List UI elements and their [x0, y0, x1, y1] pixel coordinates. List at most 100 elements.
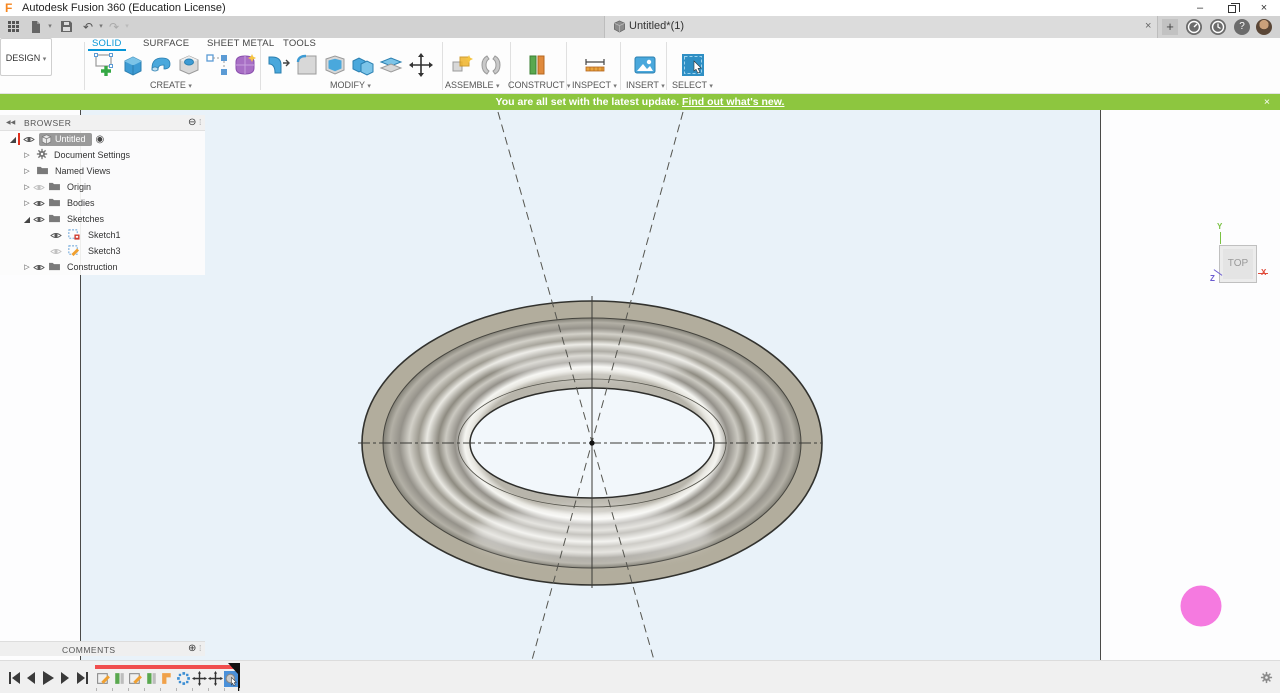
timeline-marker[interactable]	[228, 663, 238, 674]
step-forward-button[interactable]	[59, 671, 71, 685]
panel-grip-icon[interactable]: ⁞	[199, 117, 201, 127]
visibility-eye-icon[interactable]	[33, 215, 45, 224]
comments-panel[interactable]: COMMENTS ⊕ ⁞	[0, 641, 205, 656]
move-icon[interactable]	[408, 52, 434, 78]
tree-row-sketch3[interactable]: Sketch3	[0, 243, 205, 259]
timeline-tick	[144, 688, 145, 691]
tab-surface[interactable]: SURFACE	[143, 38, 189, 49]
restore-button[interactable]	[1218, 1, 1246, 15]
visibility-eye-icon[interactable]	[50, 231, 62, 240]
new-tab-button[interactable]: +	[1162, 19, 1178, 35]
tab-tools[interactable]: TOOLS	[283, 38, 316, 49]
group-create[interactable]: CREATE ▾	[150, 80, 192, 90]
timeline-sketch-icon[interactable]	[96, 671, 111, 687]
group-modify[interactable]: MODIFY ▾	[330, 80, 371, 90]
expand-icon[interactable]: ◢	[22, 215, 32, 224]
new-component-icon[interactable]	[450, 52, 476, 78]
app-grid-icon[interactable]	[5, 19, 21, 35]
go-to-end-button[interactable]	[76, 671, 88, 685]
pattern-icon[interactable]	[204, 52, 230, 78]
collapse-icon[interactable]: ▷	[22, 199, 32, 207]
go-to-start-button[interactable]	[8, 671, 20, 685]
create-form-icon[interactable]	[232, 52, 258, 78]
create-sketch-icon[interactable]	[92, 52, 118, 78]
tree-row-sketch1[interactable]: Sketch1	[0, 227, 205, 243]
tab-sheet-metal[interactable]: SHEET METAL	[207, 38, 274, 49]
file-menu-caret[interactable]: ▾	[42, 19, 58, 35]
fillet-icon[interactable]	[294, 52, 320, 78]
measure-icon[interactable]	[582, 52, 608, 78]
shell-icon[interactable]	[322, 52, 348, 78]
select-icon[interactable]	[680, 52, 706, 78]
sketch-center-point[interactable]	[589, 440, 595, 446]
group-select[interactable]: SELECT ▾	[672, 80, 713, 90]
design-workspace-button[interactable]: DESIGN ▾	[0, 38, 52, 76]
tab-solid[interactable]: SOLID	[92, 38, 122, 49]
viewcube-top-face[interactable]: TOP	[1223, 249, 1253, 279]
panel-minus-icon[interactable]: ⊖	[188, 117, 196, 128]
timeline-circular-pattern-icon[interactable]	[176, 671, 191, 687]
tree-row-root[interactable]: ◢ Untitled ◉	[0, 131, 205, 147]
timeline-move-icon[interactable]	[208, 671, 223, 687]
collapse-icon[interactable]: ▷	[22, 183, 32, 191]
root-document-chip[interactable]: Untitled	[39, 132, 92, 146]
group-assemble[interactable]: ASSEMBLE ▾	[445, 80, 500, 90]
insert-image-icon[interactable]	[632, 52, 658, 78]
step-back-button[interactable]	[25, 671, 37, 685]
tree-row-named-views[interactable]: ▷ Named Views	[0, 163, 205, 179]
tree-row-document-settings[interactable]: ▷ Document Settings	[0, 147, 205, 163]
tree-row-bodies[interactable]: ▷ Bodies	[0, 195, 205, 211]
press-pull-icon[interactable]	[266, 52, 292, 78]
joint-icon[interactable]	[478, 52, 504, 78]
timeline-plane-icon[interactable]	[144, 671, 159, 687]
expand-icon[interactable]: ◢	[8, 135, 18, 144]
timeline-move-icon[interactable]	[192, 671, 207, 687]
save-icon[interactable]	[58, 19, 74, 35]
document-tab[interactable]: Untitled*(1) ×	[604, 16, 1158, 38]
close-button[interactable]: ×	[1250, 1, 1278, 15]
hole-icon[interactable]	[176, 52, 202, 78]
panel-grip-icon[interactable]: ⁞	[199, 643, 201, 653]
group-insert[interactable]: INSERT ▾	[626, 80, 665, 90]
notifications-clock-icon[interactable]	[1210, 19, 1226, 35]
visibility-eye-icon[interactable]	[33, 263, 45, 272]
group-inspect[interactable]: INSPECT ▾	[572, 80, 617, 90]
visibility-eye-icon[interactable]	[33, 199, 45, 208]
pink-marker-circle[interactable]	[1180, 585, 1222, 627]
split-icon[interactable]	[378, 52, 404, 78]
avatar[interactable]	[1256, 19, 1272, 35]
revolve-icon[interactable]	[148, 52, 174, 78]
viewcube[interactable]: TOP	[1219, 245, 1257, 283]
design-label: DESIGN	[5, 53, 41, 63]
timeline-rollback-bar[interactable]	[95, 665, 238, 669]
timeline-sketch-icon[interactable]	[128, 671, 143, 687]
timeline-plane-icon[interactable]	[112, 671, 127, 687]
visibility-eye-icon[interactable]	[33, 183, 45, 192]
tree-row-construction[interactable]: ▷ Construction	[0, 259, 205, 275]
visibility-eye-icon[interactable]	[50, 247, 62, 256]
tree-row-sketches[interactable]: ◢ Sketches	[0, 211, 205, 227]
visibility-eye-icon[interactable]	[23, 135, 35, 144]
collapse-icon[interactable]: ▷	[22, 151, 32, 159]
play-button[interactable]	[42, 671, 54, 685]
timeline-boundary-fill-icon[interactable]	[160, 671, 175, 687]
minimize-button[interactable]: –	[1186, 1, 1214, 15]
job-status-icon[interactable]	[1186, 19, 1202, 35]
panel-plus-icon[interactable]: ⊕	[188, 643, 196, 654]
extrude-icon[interactable]	[120, 52, 146, 78]
tree-row-origin[interactable]: ▷ Origin	[0, 179, 205, 195]
collapse-panel-icon[interactable]: ◀◀	[6, 119, 15, 126]
collapse-icon[interactable]: ▷	[22, 263, 32, 271]
timeline-marker-line[interactable]	[238, 663, 240, 691]
group-construct[interactable]: CONSTRUCT ▾	[508, 80, 570, 90]
document-tab-close-icon[interactable]: ×	[1145, 20, 1151, 32]
timeline-settings-gear-icon[interactable]	[1260, 671, 1273, 689]
construction-plane-icon[interactable]	[524, 52, 550, 78]
collapse-icon[interactable]: ▷	[22, 167, 32, 175]
browser-header[interactable]: ◀◀ BROWSER ⊖ ⁞	[0, 115, 205, 131]
banner-link[interactable]: Find out what's new.	[682, 96, 784, 108]
help-icon[interactable]: ?	[1234, 19, 1250, 35]
combine-icon[interactable]	[350, 52, 376, 78]
banner-close-icon[interactable]: ×	[1264, 94, 1270, 110]
activate-radio-icon[interactable]: ◉	[96, 134, 105, 145]
